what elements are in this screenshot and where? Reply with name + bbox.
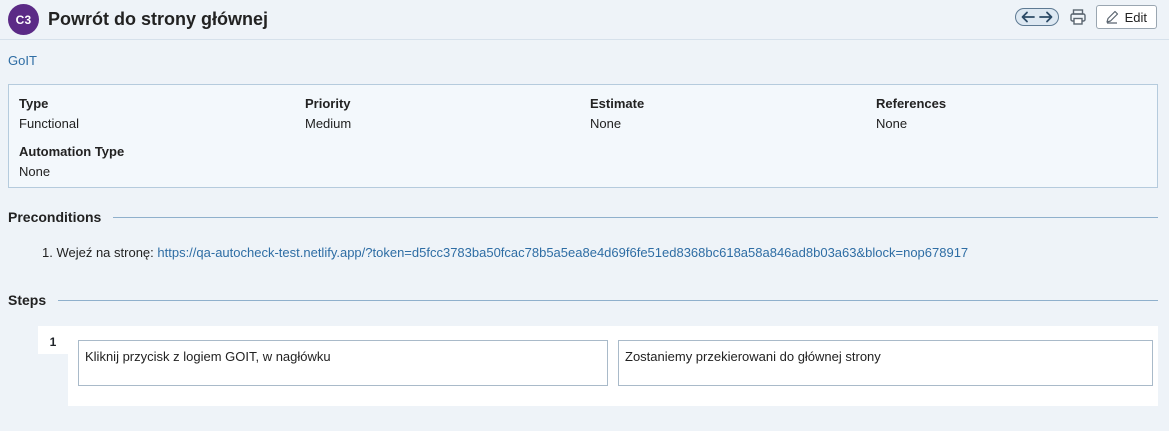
- edit-button[interactable]: Edit: [1095, 5, 1157, 29]
- section-divider: [58, 299, 1158, 301]
- property-value: None: [19, 164, 51, 179]
- precondition-text: 1. Wejeź na stronę:: [42, 245, 154, 260]
- property-label: Estimate: [590, 96, 645, 111]
- steps-heading: Steps: [8, 292, 1158, 308]
- property-value: None: [876, 116, 908, 131]
- arrow-right-icon[interactable]: [1038, 11, 1053, 23]
- property-type: Type Functional: [19, 96, 79, 131]
- pencil-icon: [1105, 10, 1118, 24]
- precondition-item: 1. Wejeź na stronę: https://qa-autocheck…: [42, 245, 968, 260]
- case-id-badge: C3: [8, 4, 39, 35]
- printer-icon: [1069, 9, 1086, 25]
- section-title: Steps: [8, 292, 47, 308]
- property-value: Functional: [19, 116, 79, 131]
- section-divider: [113, 216, 1158, 218]
- property-label: References: [876, 96, 947, 111]
- print-button[interactable]: [1069, 8, 1087, 26]
- property-value: None: [590, 116, 622, 131]
- property-priority: Priority Medium: [305, 96, 351, 131]
- property-label: Priority: [305, 96, 351, 111]
- case-navigation: [1014, 8, 1059, 26]
- step-action: Kliknij przycisk z logiem GOIT, w nagłów…: [78, 340, 608, 386]
- step-expected-result: Zostaniemy przekierowani do głównej stro…: [618, 340, 1153, 386]
- edit-button-label: Edit: [1124, 9, 1147, 25]
- page-title: Powrót do strony głównej: [48, 9, 268, 29]
- property-value: Medium: [305, 116, 352, 131]
- precondition-link[interactable]: https://qa-autocheck-test.netlify.app/?t…: [157, 245, 968, 260]
- property-estimate: Estimate None: [590, 96, 644, 131]
- arrow-left-icon[interactable]: [1021, 11, 1035, 23]
- property-references: References None: [876, 96, 946, 131]
- case-header: C3 Powrót do strony głównej Edit: [0, 0, 1169, 40]
- property-label: Type: [19, 96, 49, 111]
- section-title: Preconditions: [8, 209, 102, 225]
- step-row: 1 Kliknij przycisk z logiem GOIT, w nagł…: [38, 326, 1158, 406]
- header-actions: Edit: [1014, 5, 1157, 29]
- properties-panel: Type Functional Priority Medium Estimate…: [8, 84, 1158, 188]
- property-automation-type: Automation Type None: [19, 144, 124, 179]
- step-content: Kliknij przycisk z logiem GOIT, w nagłów…: [68, 326, 1158, 406]
- property-label: Automation Type: [19, 144, 125, 159]
- project-link[interactable]: GoIT: [8, 53, 37, 68]
- preconditions-heading: Preconditions: [8, 209, 1158, 225]
- step-number: 1: [38, 326, 68, 354]
